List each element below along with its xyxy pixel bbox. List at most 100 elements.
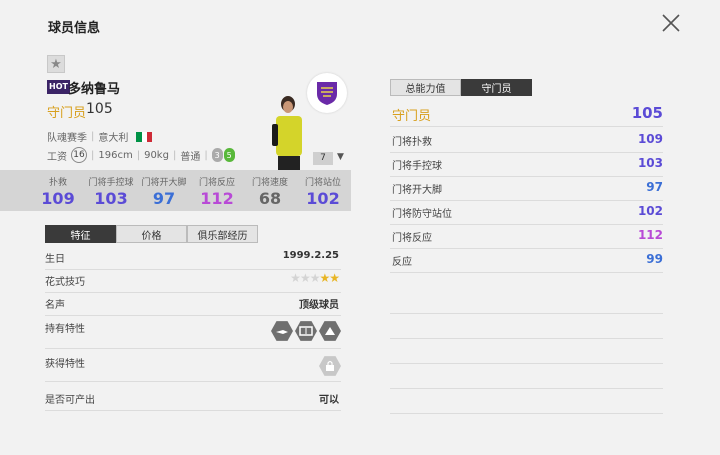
- wage-label: 工资: [47, 151, 67, 163]
- skill-label: 花式技巧: [45, 277, 85, 288]
- birthday-row: 生日 1999.2.25: [45, 250, 341, 270]
- tab-traits[interactable]: 特征: [45, 225, 116, 243]
- rating-value: 102: [637, 204, 663, 218]
- skill-rating-a: 3: [211, 148, 223, 162]
- nation-label: 意大利: [98, 133, 129, 144]
- rating-value: 109: [637, 132, 663, 146]
- height-value: 196cm: [98, 149, 133, 161]
- rating-value: 99: [646, 252, 663, 266]
- rating-label: 门将手控球: [392, 161, 442, 172]
- rating-header-row: 守门员 105: [390, 103, 663, 127]
- tradable-row: 是否可产出 可以: [45, 391, 341, 411]
- empty-row: [390, 339, 663, 364]
- hot-badge: HOT: [47, 80, 70, 94]
- rating-label: 门将反应: [392, 233, 432, 244]
- empty-row: [390, 389, 663, 414]
- italy-flag-icon: [136, 131, 153, 142]
- stat-value: 112: [200, 189, 234, 208]
- stat-value: 68: [258, 189, 282, 208]
- rating-row: 反应 99: [390, 249, 663, 273]
- rating-row: 门将防守站位 102: [390, 201, 663, 225]
- ratings-tabs: 总能力值 守门员: [390, 79, 532, 96]
- star-icon: ★: [299, 271, 311, 285]
- rating-header-label: 守门员: [392, 109, 432, 124]
- stat-item: 门将手控球 103: [86, 170, 136, 211]
- season-label: 队魂赛季: [47, 133, 87, 144]
- skill-row: 花式技巧 ★★★★★: [45, 271, 341, 293]
- favorite-star-button[interactable]: ★: [47, 55, 65, 73]
- empty-row: [390, 289, 663, 314]
- rating-value: 97: [646, 180, 663, 194]
- player-meta-line1: 队魂赛季 | 意大利: [47, 129, 153, 144]
- stat-label: 门将速度: [251, 178, 288, 188]
- club-crest-icon: [307, 73, 347, 113]
- stat-value: 102: [306, 189, 340, 208]
- empty-row: [390, 364, 663, 389]
- birthday-value: 1999.2.25: [282, 250, 339, 261]
- rating-row: 门将手控球 103: [390, 153, 663, 177]
- tradable-label: 是否可产出: [45, 395, 95, 406]
- stat-item: 门将速度 68: [245, 170, 295, 211]
- close-icon: [662, 14, 680, 32]
- star-icon: ★: [329, 271, 340, 285]
- stat-item: 扑救 109: [33, 170, 83, 211]
- star-icon: ★: [319, 271, 330, 285]
- stat-item: 门将站位 102: [298, 170, 348, 211]
- skill-stars: ★★★★★: [290, 271, 340, 285]
- stat-label: 门将站位: [304, 178, 341, 188]
- trait-icon[interactable]: [271, 321, 293, 341]
- rating-label: 门将开大脚: [392, 185, 442, 196]
- star-icon: ★: [290, 271, 301, 285]
- tab-goalkeeper[interactable]: 守门员: [461, 79, 532, 96]
- rating-value: 103: [637, 156, 663, 170]
- gained-traits-row: 获得特性: [45, 355, 341, 382]
- tab-overall-ability[interactable]: 总能力值: [390, 79, 461, 96]
- weight-value: 90kg: [144, 149, 169, 161]
- star-icon: ★: [309, 271, 321, 285]
- rating-label: 门将防守站位: [392, 209, 452, 220]
- rating-header-value: 105: [631, 104, 663, 122]
- rating-row: 门将扑救 109: [390, 129, 663, 153]
- rating-label: 门将扑救: [392, 137, 432, 148]
- player-overall: 105: [86, 101, 113, 117]
- tradable-value: 可以: [319, 395, 339, 406]
- empty-row: [390, 314, 663, 339]
- player-position: 守门员: [47, 106, 87, 121]
- skill-rating-b: 5: [223, 148, 235, 162]
- rating-value: 112: [637, 228, 663, 242]
- fame-row: 名声 顶级球员: [45, 296, 341, 316]
- trait-icon[interactable]: [319, 321, 341, 341]
- stat-label: 门将手控球: [88, 178, 134, 188]
- rating-label: 反应: [392, 257, 412, 268]
- tab-price[interactable]: 价格: [116, 225, 187, 243]
- player-portrait: [266, 94, 306, 170]
- body-type: 普通: [180, 151, 201, 163]
- stat-label: 门将开大脚: [141, 178, 187, 188]
- rating-row: 门将开大脚 97: [390, 177, 663, 201]
- stat-label: 扑救: [48, 178, 67, 188]
- rating-row: 门将反应 112: [390, 225, 663, 249]
- player-meta-line2: 工资 16 | 196cm | 90kg | 普通 | 3 5: [47, 147, 235, 163]
- info-tabs: 特征 价格 俱乐部经历: [45, 225, 258, 243]
- traits-label: 持有特性: [45, 324, 85, 335]
- close-button[interactable]: [660, 12, 682, 34]
- tab-club-history[interactable]: 俱乐部经历: [187, 225, 258, 243]
- stat-item: 门将开大脚 97: [139, 170, 189, 211]
- wage-value: 16: [71, 147, 87, 163]
- page-title: 球员信息: [48, 21, 101, 36]
- birthday-label: 生日: [45, 254, 65, 265]
- star-icon: ★: [50, 56, 62, 72]
- fame-label: 名声: [45, 300, 65, 311]
- stat-value: 97: [152, 189, 176, 208]
- stat-value: 103: [94, 189, 128, 208]
- stat-label: 门将反应: [198, 178, 235, 188]
- chevron-down-icon[interactable]: ▼: [337, 152, 344, 162]
- gained-traits-label: 获得特性: [45, 359, 85, 370]
- lock-icon: [319, 356, 341, 376]
- stat-item: 门将反应 112: [192, 170, 242, 211]
- level-badge[interactable]: 7: [313, 152, 333, 165]
- stat-value: 109: [41, 189, 75, 208]
- trait-icon[interactable]: [295, 321, 317, 341]
- traits-row: 持有特性: [45, 320, 341, 349]
- player-name: 多纳鲁马: [68, 82, 121, 97]
